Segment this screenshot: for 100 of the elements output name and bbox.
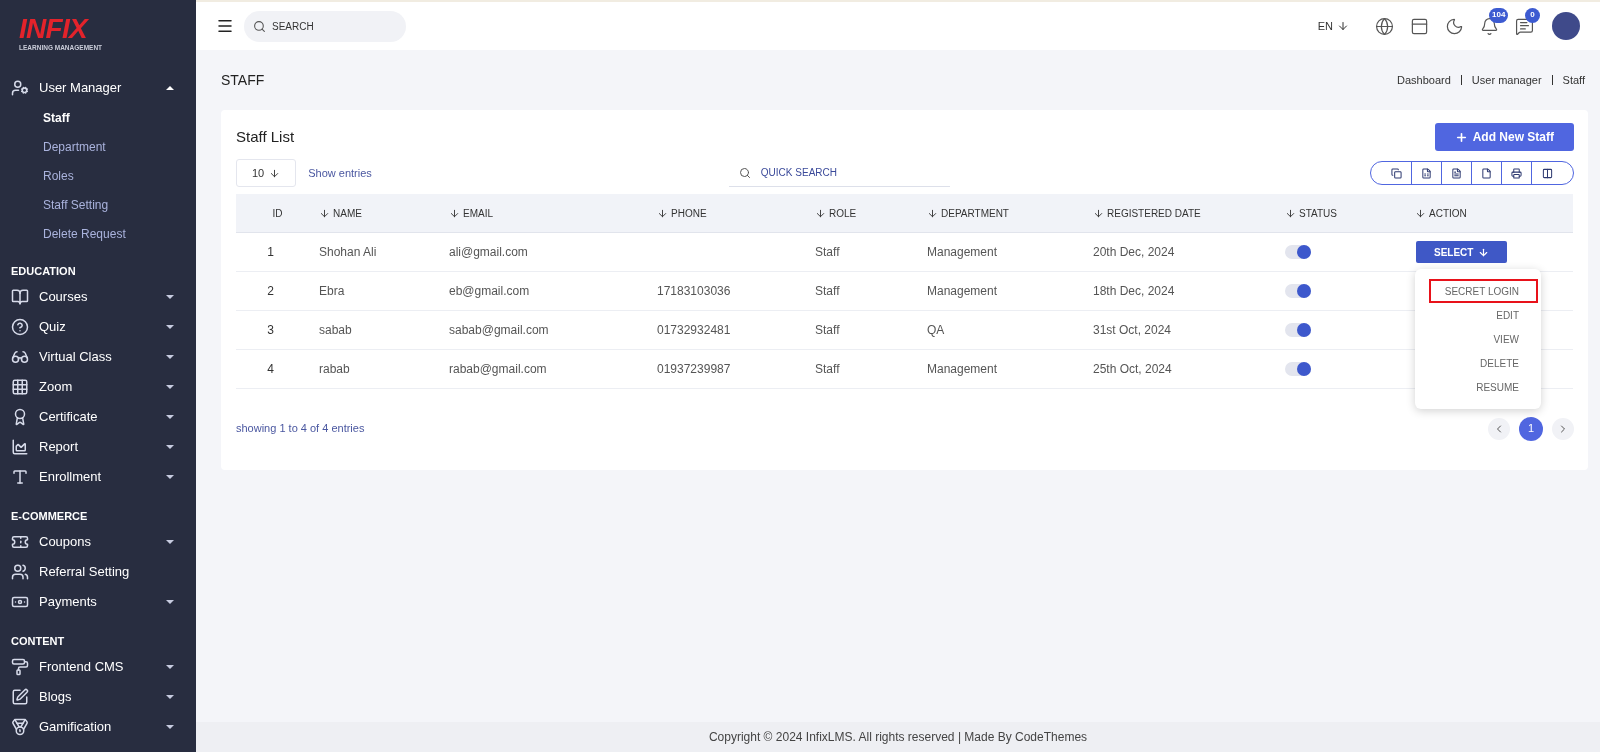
nav-subitem[interactable]: Staff <box>0 103 196 132</box>
column-header[interactable]: ROLE <box>801 194 913 232</box>
section-heading: CONTENT <box>10 633 66 649</box>
nav-item[interactable]: Report <box>0 432 196 462</box>
column-header[interactable]: ID <box>236 194 305 232</box>
table-cell-text: Staff <box>815 361 840 378</box>
columns-icon[interactable] <box>1542 167 1553 179</box>
table-cell-text: Management <box>927 361 998 378</box>
menu-item[interactable]: EDIT <box>1480 303 1538 327</box>
breadcrumb-link[interactable]: Staff <box>1562 71 1585 89</box>
table-cell-text: 25th Oct, 2024 <box>1093 361 1172 378</box>
layout-icon[interactable] <box>1410 16 1429 36</box>
column-header[interactable]: ACTION <box>1401 194 1572 232</box>
nav-item[interactable]: Certificate <box>0 402 196 432</box>
caret-icon <box>166 355 174 359</box>
bell-icon[interactable] <box>1480 16 1499 36</box>
file-icon[interactable] <box>1481 167 1492 179</box>
table-cell-text: rabab@gmail.com <box>449 361 547 378</box>
table-cell-text: 2 <box>267 283 274 300</box>
grid-icon <box>11 378 29 396</box>
globe-icon[interactable] <box>1375 16 1394 36</box>
caret-icon <box>166 725 174 729</box>
table-cell-text: 3 <box>267 322 274 339</box>
status-toggle[interactable] <box>1285 284 1311 298</box>
caret-icon <box>166 415 174 419</box>
footer-text: Copyright © 2024 InfixLMS. All rights reserved | Made By CodeThemes <box>708 729 1088 746</box>
table-cell-text: 31st Oct, 2024 <box>1093 322 1172 339</box>
spreadsheet-icon[interactable] <box>1421 167 1432 179</box>
sort-arrow-icon <box>449 207 460 219</box>
column-header[interactable]: STATUS <box>1271 194 1401 232</box>
caret-icon <box>166 665 174 669</box>
chat-icon[interactable] <box>1515 16 1534 36</box>
nav-item[interactable]: Blogs <box>0 682 196 712</box>
nav-item[interactable]: Payments <box>0 587 196 617</box>
caret-icon <box>166 86 174 90</box>
document-icon[interactable] <box>1451 167 1462 179</box>
nav-subitem[interactable]: Delete Request <box>0 219 196 248</box>
search-field[interactable]: SEARCH <box>244 10 406 42</box>
language-selector[interactable]: EN <box>1317 17 1349 35</box>
sort-arrow-icon <box>657 207 668 219</box>
paint-roller-icon <box>11 658 29 676</box>
nav-item[interactable]: Coupons <box>0 527 196 557</box>
column-header[interactable]: PHONE <box>643 194 801 232</box>
table-cell-text: Shohan Ali <box>319 244 377 261</box>
column-header[interactable]: NAME <box>305 194 435 232</box>
select-button[interactable]: SELECT <box>1416 241 1508 263</box>
avatar[interactable] <box>1552 12 1580 40</box>
status-toggle[interactable] <box>1285 362 1311 376</box>
notification-count: 104 <box>1489 7 1509 23</box>
print-icon[interactable] <box>1511 167 1522 179</box>
quick-search-field[interactable]: QUICK SEARCH <box>728 159 950 187</box>
nav-item[interactable]: User Manager <box>0 73 196 103</box>
caret-icon <box>166 445 174 449</box>
menu-item[interactable]: SECRET LOGIN <box>1428 279 1538 303</box>
nav-subitem[interactable]: Staff Setting <box>0 190 196 219</box>
status-toggle[interactable] <box>1285 323 1311 337</box>
nav-item[interactable]: Zoom <box>0 372 196 402</box>
question-icon <box>11 318 29 336</box>
page-size-select[interactable]: 10 <box>236 159 297 187</box>
copy-icon[interactable] <box>1390 167 1402 179</box>
breadcrumb-link[interactable]: Dashboard <box>1397 71 1451 89</box>
menu-item[interactable]: VIEW <box>1477 327 1538 351</box>
table-cell-text: eb@gmail.com <box>449 283 530 300</box>
menu-item[interactable]: DELETE <box>1464 351 1538 375</box>
ticket-icon <box>11 533 29 551</box>
pen-square-icon <box>11 688 29 706</box>
add-staff-button[interactable]: Add New Staff <box>1434 123 1574 151</box>
column-header[interactable]: REGISTERED DATE <box>1079 194 1271 232</box>
table-cell-text: Ebra <box>319 283 345 300</box>
nav-item[interactable]: Quiz <box>0 312 196 342</box>
nav-item[interactable]: Courses <box>0 282 196 312</box>
nav-subitem[interactable]: Roles <box>0 161 196 190</box>
caret-icon <box>166 600 174 604</box>
sort-arrow-icon <box>1415 207 1426 219</box>
column-header[interactable]: DEPARTMENT <box>913 194 1079 232</box>
nav-item[interactable]: Referral Setting <box>0 557 196 587</box>
nav-item[interactable]: Gamification <box>0 712 196 742</box>
nav-subitem[interactable]: Department <box>0 132 196 161</box>
nav-item[interactable]: Enrollment <box>0 462 196 492</box>
menu-icon[interactable] <box>216 17 234 35</box>
table-cell-text: 20th Dec, 2024 <box>1093 244 1175 261</box>
search-icon <box>738 167 751 179</box>
caret-icon <box>166 695 174 699</box>
nav-item[interactable]: Frontend CMS <box>0 652 196 682</box>
caret-icon <box>166 475 174 479</box>
section-heading: E-COMMERCE <box>10 508 89 524</box>
table-cell-text: 01732932481 <box>657 322 731 339</box>
medal-icon <box>11 718 29 736</box>
table-cell-text: sabab <box>319 322 352 339</box>
page-button[interactable]: 1 <box>1519 416 1543 441</box>
nav-item[interactable]: Virtual Class <box>0 342 196 372</box>
breadcrumb-link[interactable]: User manager <box>1471 71 1542 89</box>
area-chart-icon <box>11 438 29 456</box>
table-cell-text: sabab@gmail.com <box>449 322 549 339</box>
arrow-down-icon <box>269 167 281 179</box>
status-toggle[interactable] <box>1285 245 1311 259</box>
table-cell-text: Management <box>927 283 998 300</box>
moon-icon[interactable] <box>1445 16 1464 36</box>
menu-item[interactable]: RESUME <box>1460 375 1538 399</box>
column-header[interactable]: EMAIL <box>435 194 643 232</box>
